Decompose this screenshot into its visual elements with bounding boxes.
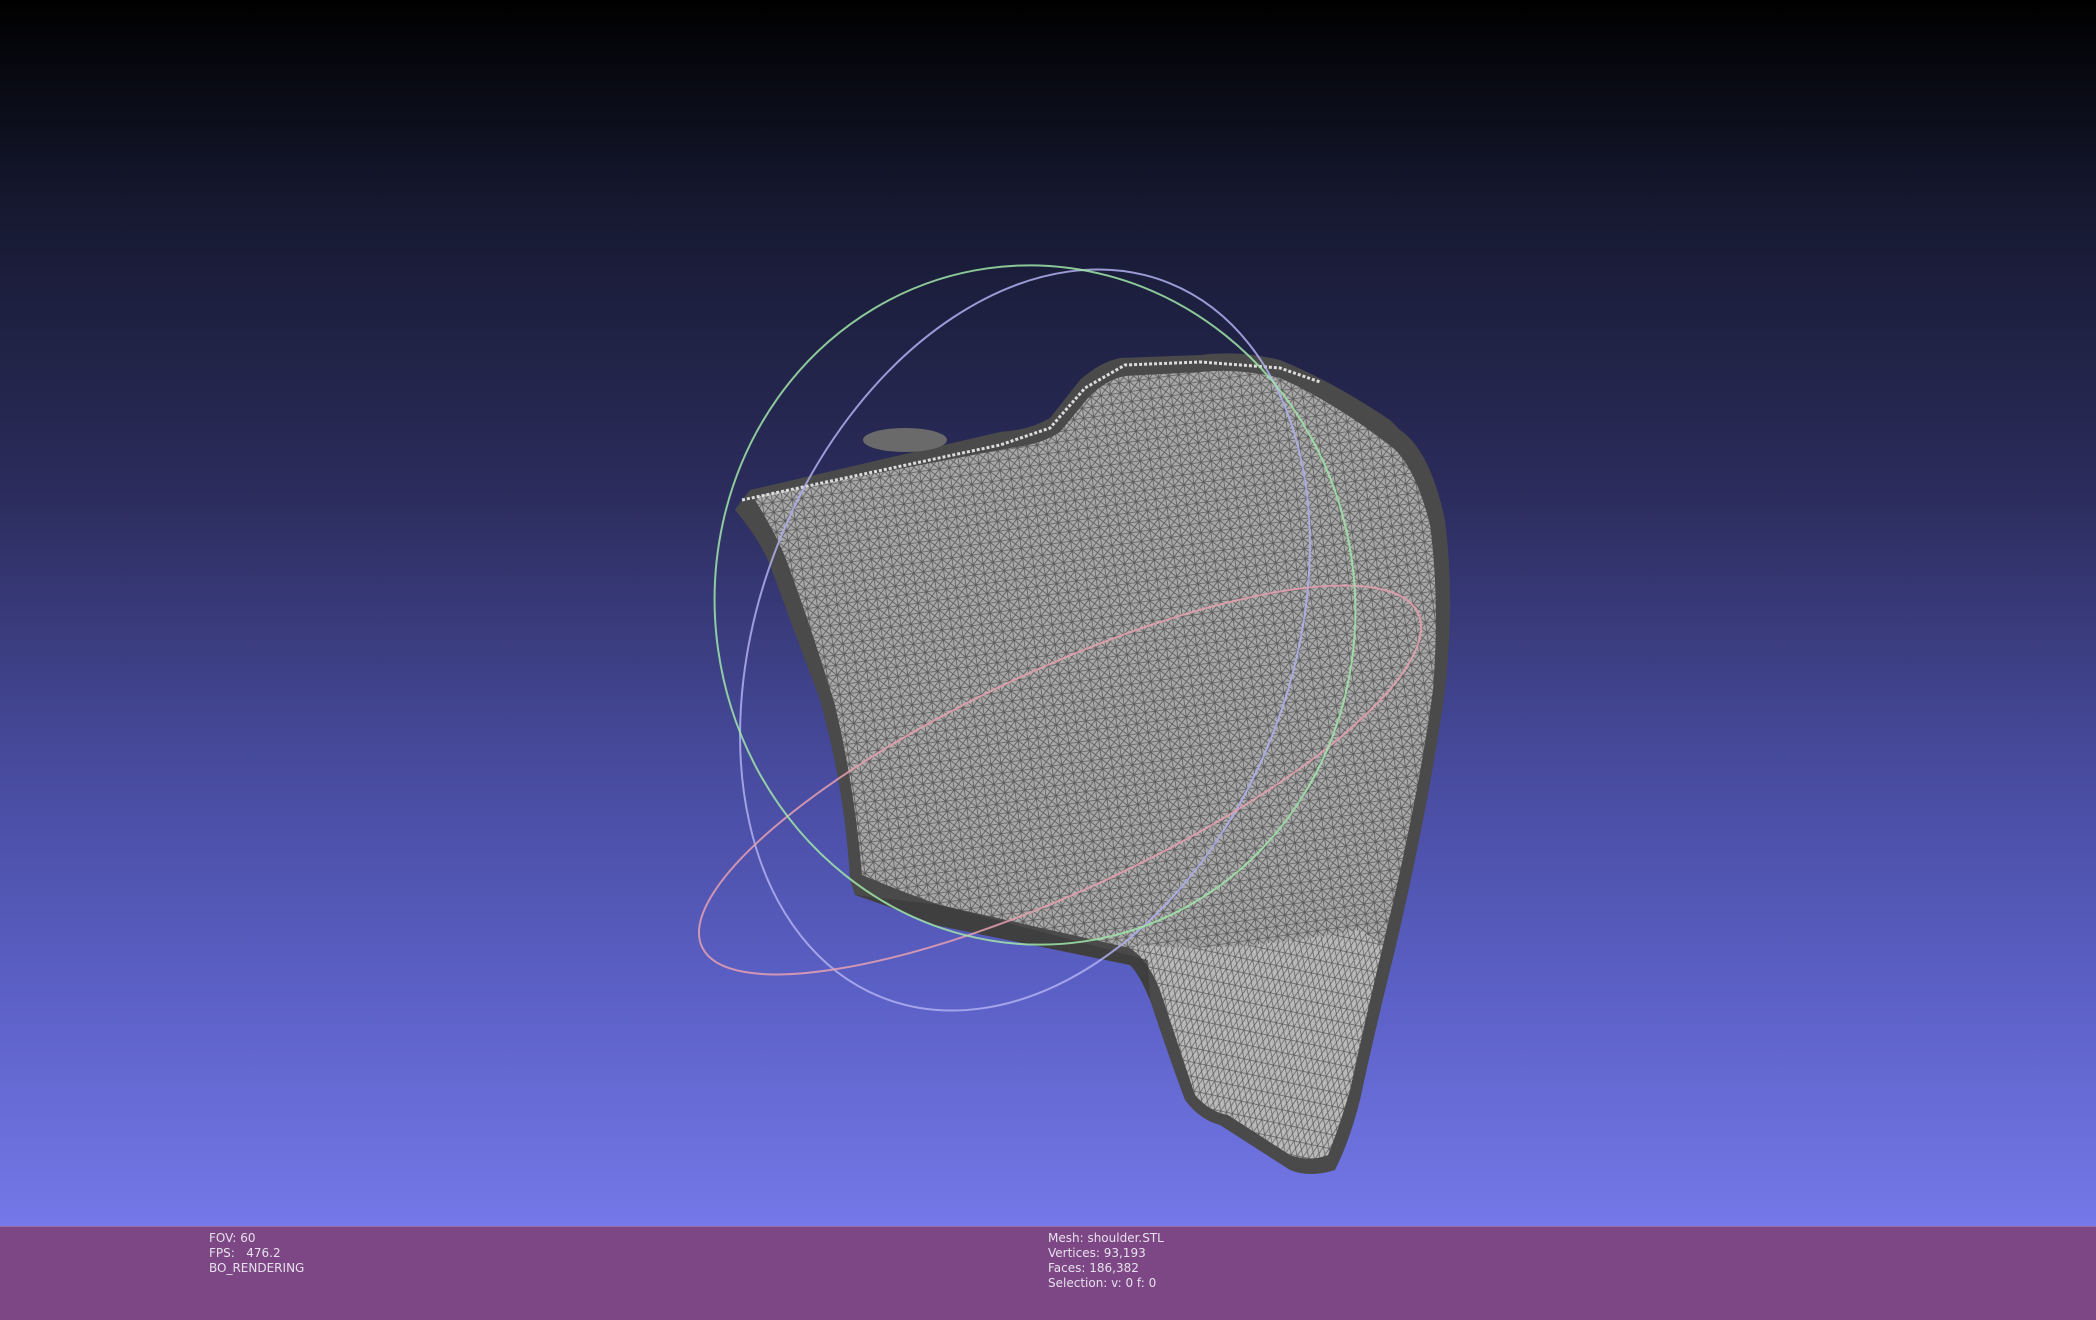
selection-readout: Selection: v: 0 f: 0 bbox=[1048, 1276, 1157, 1290]
mesh-knob bbox=[863, 428, 947, 452]
fov-readout: FOV: 60 bbox=[209, 1231, 256, 1245]
mesh-model[interactable] bbox=[735, 353, 1450, 1174]
render-info-panel: FOV: 60 FPS: 476.2 BO_RENDERING bbox=[209, 1231, 304, 1276]
render-mode-readout: BO_RENDERING bbox=[209, 1261, 305, 1275]
faces-readout: Faces: 186,382 bbox=[1048, 1261, 1139, 1275]
viewport-canvas bbox=[698, 264, 1450, 1174]
mesh-info-panel: Mesh: shoulder.STL Vertices: 93,193 Face… bbox=[1048, 1231, 1164, 1291]
mesh-name-readout: Mesh: shoulder.STL bbox=[1048, 1231, 1164, 1245]
fps-readout: FPS: 476.2 bbox=[209, 1246, 281, 1260]
status-bar: FOV: 60 FPS: 476.2 BO_RENDERING Mesh: sh… bbox=[0, 1226, 2096, 1320]
3d-viewport[interactable] bbox=[0, 0, 2096, 1226]
vertices-readout: Vertices: 93,193 bbox=[1048, 1246, 1146, 1260]
